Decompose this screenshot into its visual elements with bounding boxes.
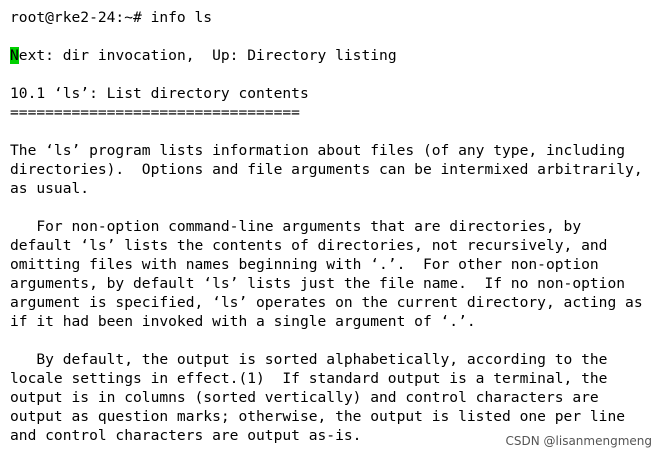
body-line: as usual.: [10, 180, 90, 197]
body-line: output as question marks; otherwise, the…: [10, 408, 626, 425]
body-line: The ‘ls’ program lists information about…: [10, 142, 626, 159]
body-line: if it had been invoked with a single arg…: [10, 313, 476, 330]
body-line: default ‘ls’ lists the contents of direc…: [10, 237, 608, 254]
heading-underline: =================================: [10, 104, 300, 121]
command-prompt: root@rke2-24:~# info ls: [10, 9, 213, 26]
body-line: argument is specified, ‘ls’ operates on …: [10, 294, 643, 311]
info-nav-line: Next: dir invocation, Up: Directory list…: [10, 46, 666, 65]
body-line: By default, the output is sorted alphabe…: [10, 351, 608, 368]
body-line: arguments, by default ‘ls’ lists just th…: [10, 275, 626, 292]
text-cursor: N: [10, 47, 19, 64]
body-line: For non-option command-line arguments th…: [10, 218, 582, 235]
body-line: omitting files with names beginning with…: [10, 256, 599, 273]
watermark: CSDN @lisanmengmeng: [505, 434, 653, 448]
terminal-window[interactable]: root@rke2-24:~# info ls Next: dir invoca…: [0, 0, 666, 457]
body-line: directories). Options and file arguments…: [10, 161, 643, 178]
nav-links: ext: dir invocation, Up: Directory listi…: [18, 47, 397, 64]
body-line: locale settings in effect.(1) If standar…: [10, 370, 608, 387]
section-heading: 10.1 ‘ls’: List directory contents: [10, 85, 309, 102]
body-line: output is in columns (sorted vertically)…: [10, 389, 599, 406]
